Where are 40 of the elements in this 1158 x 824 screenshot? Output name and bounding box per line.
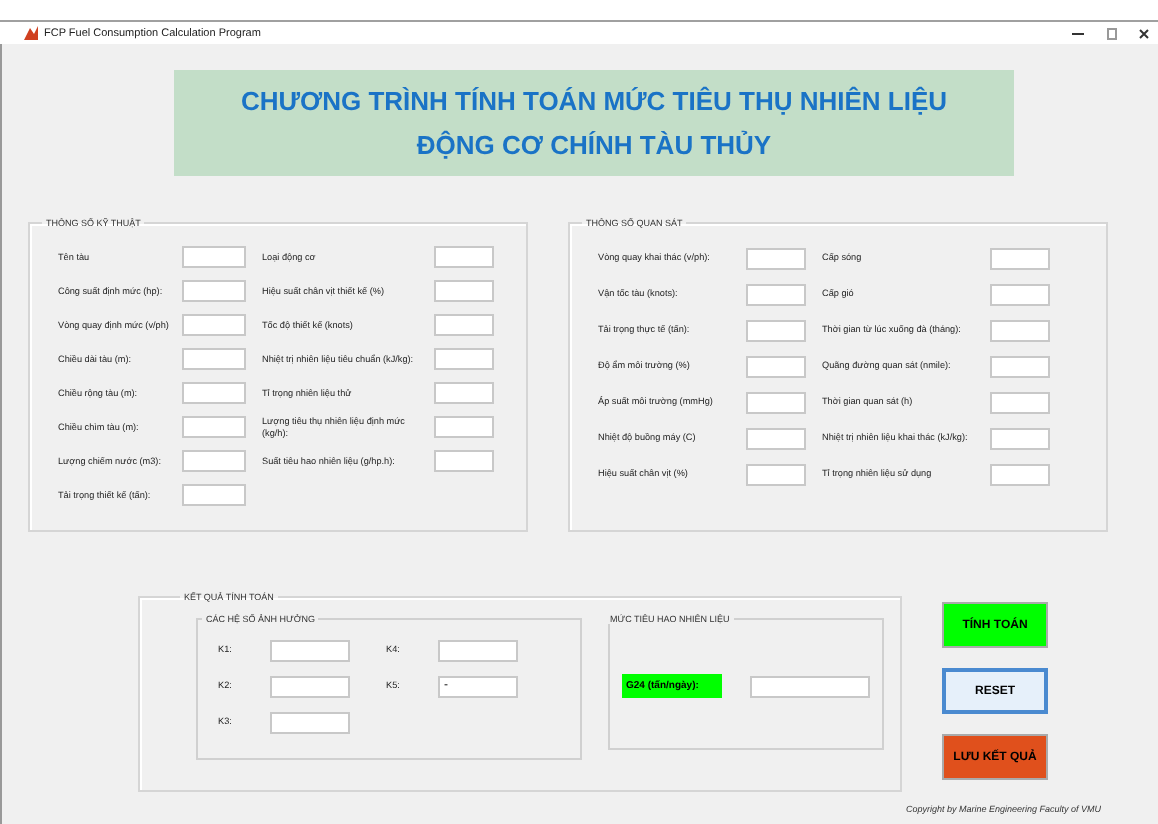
input-field[interactable]: [990, 283, 1050, 305]
input-field[interactable]: [746, 283, 806, 305]
input-field[interactable]: [182, 450, 246, 472]
banner-title: ĐỘNG CƠ CHÍNH TÀU THỦY: [416, 130, 772, 161]
input-field[interactable]: [990, 391, 1050, 413]
input-field[interactable]: [434, 382, 494, 404]
input-field[interactable]: [438, 639, 518, 661]
minimize-icon[interactable]: [1070, 27, 1086, 39]
input-field[interactable]: [746, 463, 806, 485]
input-field[interactable]: [434, 280, 494, 302]
banner-title: CHƯƠNG TRÌNH TÍNH TOÁN MỨC TIÊU THỤ NHIÊN LIỆU: [240, 85, 948, 116]
input-field[interactable]: [270, 711, 350, 733]
input-field[interactable]: [182, 314, 246, 336]
input-field[interactable]: [434, 416, 494, 438]
input-field[interactable]: [434, 314, 494, 336]
input-field[interactable]: [182, 484, 246, 506]
input-field[interactable]: [746, 391, 806, 413]
close-icon[interactable]: [1138, 27, 1150, 39]
input-field[interactable]: [182, 280, 246, 302]
input-field[interactable]: [434, 246, 494, 268]
input-field[interactable]: [270, 675, 350, 697]
input-field[interactable]: [182, 416, 246, 438]
maximize-icon[interactable]: [1104, 27, 1120, 39]
input-field[interactable]: [746, 355, 806, 377]
input-field[interactable]: [434, 450, 494, 472]
input-field[interactable]: [746, 319, 806, 341]
input-field[interactable]: [990, 427, 1050, 449]
input-field[interactable]: [434, 348, 494, 370]
input-field[interactable]: [990, 247, 1050, 269]
input-field[interactable]: [182, 382, 246, 404]
input-field[interactable]: [270, 639, 350, 661]
input-field[interactable]: [990, 463, 1050, 485]
input-field[interactable]: [750, 675, 870, 697]
input-field[interactable]: [746, 427, 806, 449]
input-field[interactable]: [182, 348, 246, 370]
input-field[interactable]: [182, 246, 246, 268]
input-field[interactable]: [990, 319, 1050, 341]
app-icon: [24, 26, 38, 40]
input-field[interactable]: [990, 355, 1050, 377]
input-field[interactable]: [746, 247, 806, 269]
